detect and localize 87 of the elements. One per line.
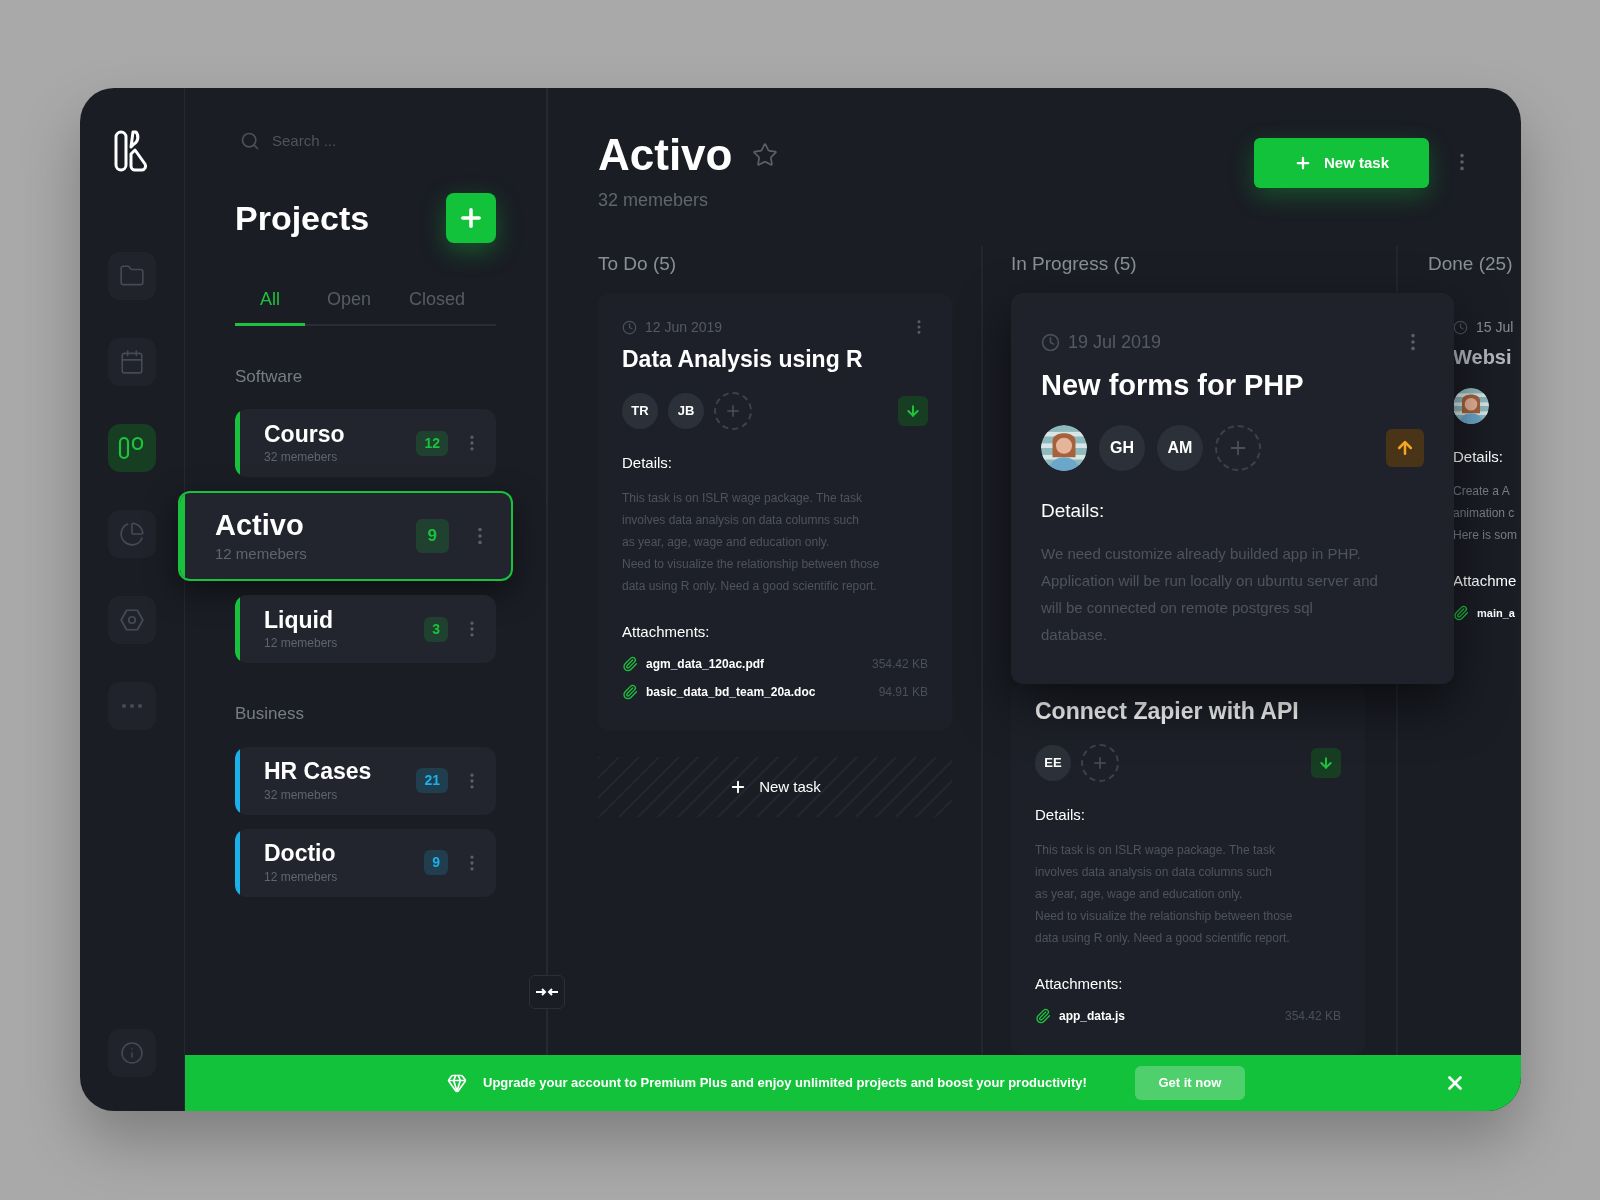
avatar: TR [622, 393, 658, 429]
search-field[interactable]: Search ... [272, 130, 472, 153]
info-icon [120, 1041, 144, 1065]
member-count: 12 memebers [264, 868, 339, 886]
file-name[interactable]: app_data.js [1059, 1007, 1126, 1025]
task-title: New forms for PHP [1041, 367, 1305, 403]
member-count: 12 memebers [215, 543, 308, 564]
task-date: 15 Jul [1476, 317, 1514, 337]
clock-icon [1453, 319, 1468, 335]
group-label: Software [235, 365, 304, 388]
task-card[interactable] [1011, 683, 1365, 1055]
new-task-button[interactable]: New task [598, 757, 952, 817]
add-assignee-button[interactable] [714, 392, 752, 430]
details-label: Details: [1035, 805, 1087, 825]
logo-icon [114, 130, 150, 172]
details-label: Details: [1041, 499, 1106, 523]
task-count-badge: 12 [416, 430, 448, 456]
member-count: 12 memebers [264, 635, 339, 653]
arrow-up-icon [1395, 438, 1415, 458]
attachments-label: Attachments: [622, 621, 711, 642]
paperclip-icon [1453, 604, 1469, 621]
member-count: 32 memebers [264, 449, 339, 467]
task-title: Data Analysis using R [622, 344, 864, 374]
task-count-badge: 21 [416, 768, 448, 793]
calendar-icon [119, 349, 145, 375]
collapse-button[interactable] [529, 975, 565, 1009]
avatar: GH [1099, 425, 1145, 471]
project-card[interactable]: Liquid 12 memebers 3 [235, 595, 496, 663]
details-label: Details: [1453, 446, 1505, 467]
search-icon [240, 131, 260, 152]
task-card[interactable] [598, 292, 952, 731]
clock-icon [622, 319, 637, 335]
collapse-icon [535, 986, 559, 998]
pie-chart-icon [119, 521, 145, 547]
task-card[interactable]: 15 Jul Websi Details: Create a A animation c Here is som Attachme main_a [1453, 292, 1521, 621]
columns-icon [118, 435, 146, 461]
avatar: AM [1157, 425, 1203, 471]
project-name: Doctio [264, 839, 337, 868]
paperclip-icon [1035, 1008, 1051, 1024]
add-assignee-button[interactable] [1081, 744, 1119, 782]
details-text: Create a A animation c Here is som [1453, 483, 1518, 544]
settings-icon [119, 607, 145, 633]
task-count-badge: 9 [415, 519, 449, 553]
board-title: Activo [598, 133, 733, 177]
column-title: To Do (5) [598, 252, 678, 276]
plus-icon [724, 402, 742, 420]
column-title: Done (25) [1428, 252, 1514, 276]
task-count-badge: 9 [424, 850, 448, 875]
task-title: Connect Zapier with API [1035, 696, 1300, 726]
banner-message: Upgrade your account to Premium Plus and enjoy unlimited projects and boost your productivity! [483, 1074, 1087, 1093]
clock-icon [1041, 332, 1060, 352]
group-label: Business [235, 703, 305, 725]
board-members: 32 memebers [598, 189, 710, 212]
star-icon[interactable] [752, 142, 779, 168]
task-date: 12 Jun 2019 [645, 317, 723, 337]
member-count: 32 memebers [264, 786, 339, 804]
project-name: Activo [215, 507, 305, 543]
more-icon [122, 704, 142, 708]
attachments-label: Attachments: [1035, 973, 1124, 994]
details-label: Details: [622, 453, 674, 473]
project-name: Courso [264, 419, 346, 449]
task-count-badge: 3 [424, 616, 448, 642]
avatar: JB [668, 393, 704, 429]
panel-title: Projects [235, 197, 370, 239]
filter-tab[interactable]: All [235, 285, 305, 326]
project-card[interactable]: Doctio 12 memebers 9 [235, 828, 496, 897]
diamond-icon [447, 1073, 467, 1093]
task-date: 19 Jul 2019 [1068, 330, 1162, 354]
file-name[interactable]: basic_data_bd_team_20a.doc [646, 683, 816, 701]
file-name[interactable]: main_a [1477, 604, 1515, 621]
project-card[interactable]: Activo 12 memebers 9 [178, 491, 513, 581]
add-assignee-button[interactable] [1215, 425, 1261, 471]
attachments-label: Attachme [1453, 571, 1518, 591]
arrow-down-icon [905, 403, 921, 419]
project-card[interactable]: Courso 32 memebers 12 [235, 409, 496, 477]
paperclip-icon [622, 656, 638, 672]
project-name: Liquid [264, 605, 334, 635]
rail-button[interactable] [108, 424, 156, 472]
add-project-button[interactable] [446, 193, 496, 243]
column-title: In Progress (5) [1011, 252, 1138, 276]
paperclip-icon [622, 684, 638, 700]
plus-icon [1091, 754, 1109, 772]
project-card[interactable]: HR Cases 32 memebers 21 [235, 746, 496, 815]
project-name: HR Cases [264, 757, 373, 786]
task-title: Websi [1453, 344, 1513, 370]
avatar: EE [1035, 745, 1071, 781]
file-name[interactable]: agm_data_120ac.pdf [646, 655, 765, 673]
